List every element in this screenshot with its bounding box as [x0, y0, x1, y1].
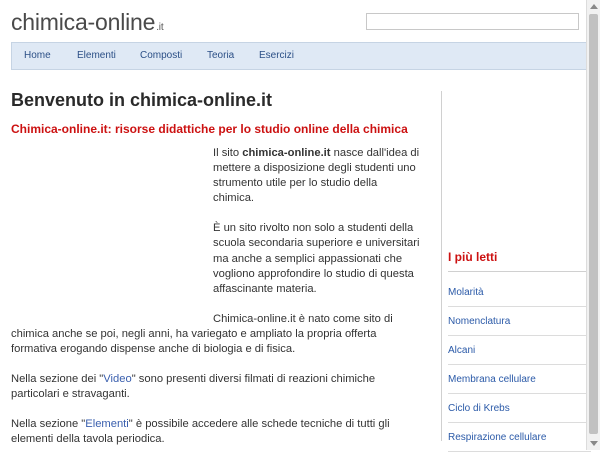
search-input[interactable]: [366, 13, 579, 30]
paragraph-4: Nella sezione dei "Video" sono presenti …: [11, 373, 376, 401]
ad-placeholder: [11, 146, 213, 314]
column-divider: [441, 91, 442, 441]
page-subtitle: Chimica-online.it: risorse didattiche pe…: [11, 122, 408, 136]
video-link[interactable]: Video: [103, 373, 131, 385]
sidebar-item-molarita[interactable]: Molarità: [448, 279, 591, 307]
page-scrollbar[interactable]: [586, 0, 600, 450]
nav-item-elementi[interactable]: Elementi: [77, 43, 116, 69]
sidebar-item-membrana-cellulare[interactable]: Membrana cellulare: [448, 366, 591, 394]
scroll-up-arrow-icon[interactable]: [590, 4, 598, 9]
elementi-link[interactable]: Elementi: [85, 418, 129, 430]
sidebar-item-nomenclatura[interactable]: Nomenclatura: [448, 308, 591, 336]
sidebar-item-alcani[interactable]: Alcani: [448, 337, 591, 365]
site-name-bold: chimica-online.it: [242, 147, 331, 159]
nav-item-esercizi[interactable]: Esercizi: [259, 43, 294, 69]
sidebar-item-respirazione-cellulare[interactable]: Respirazione cellulare: [448, 424, 591, 452]
page-title: Benvenuto in chimica-online.it: [11, 90, 273, 110]
sidebar-item-ciclo-di-krebs[interactable]: Ciclo di Krebs: [448, 395, 591, 423]
intro-text: Il sito chimica-online.it nasce dall'ide…: [11, 146, 421, 463]
sidebar-title-divider: [448, 271, 591, 272]
paragraph-3: Chimica-online.it è nato come sito di ch…: [11, 312, 393, 356]
nav-item-teoria[interactable]: Teoria: [207, 43, 234, 69]
main-nav: Home Elementi Composti Teoria Esercizi: [11, 42, 591, 70]
logo-text: chimica-online: [11, 9, 156, 35]
nav-item-home[interactable]: Home: [24, 43, 51, 69]
site-header: chimica-online.it: [0, 0, 600, 43]
scroll-down-arrow-icon[interactable]: [590, 441, 598, 446]
paragraph-5: Nella sezione "Elementi" è possibile acc…: [11, 418, 390, 446]
sidebar-title: I più letti: [448, 250, 498, 264]
site-logo[interactable]: chimica-online.it: [11, 9, 164, 36]
scrollbar-thumb[interactable]: [589, 14, 598, 434]
logo-tld: .it: [156, 22, 164, 33]
nav-item-composti[interactable]: Composti: [140, 43, 182, 69]
